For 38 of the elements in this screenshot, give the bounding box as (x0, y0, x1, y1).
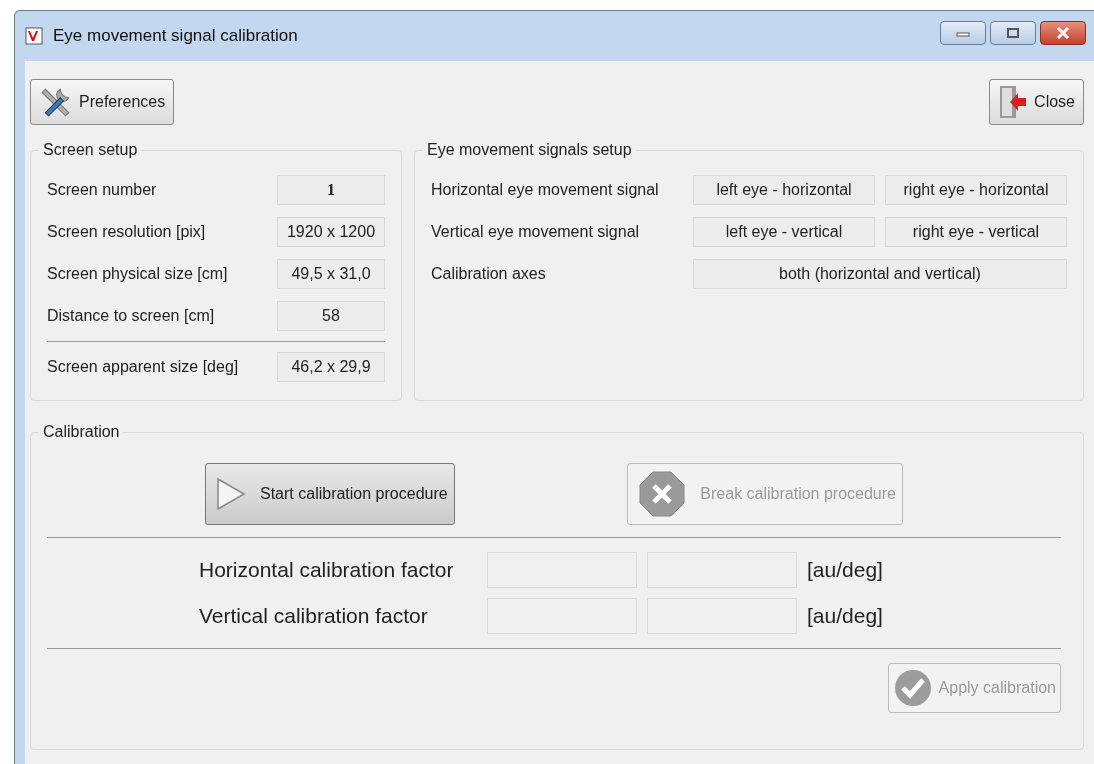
value-field: 58 (277, 301, 385, 331)
value-field: right eye - horizontal (885, 175, 1067, 205)
tools-icon (39, 85, 73, 119)
maximize-button[interactable] (990, 21, 1036, 45)
exit-door-icon (998, 85, 1029, 119)
app-icon (25, 27, 43, 45)
value-field: left eye - vertical (693, 217, 875, 247)
window-close-button[interactable] (1040, 21, 1086, 45)
play-icon (216, 477, 246, 511)
group-title: Screen setup (42, 141, 139, 159)
field-label: Distance to screen [cm] (47, 307, 215, 325)
value-field: 1 (277, 175, 385, 205)
value-field: left eye - horizontal (693, 175, 875, 205)
field-label: Screen resolution [pix] (47, 223, 206, 241)
start-button[interactable]: Start calibration procedure (205, 463, 455, 525)
field-label: Vertical eye movement signal (431, 223, 641, 241)
factor-label: Horizontal calibration factor (199, 558, 455, 582)
preferences-button[interactable]: Preferences (30, 79, 175, 125)
group-title: Calibration (42, 423, 121, 441)
field-label: Horizontal eye movement signal (431, 181, 660, 199)
value-field: both (horizontal and vertical) (693, 259, 1067, 289)
value-field: 49,5 x 31,0 (277, 259, 385, 289)
factor-label: Vertical calibration factor (199, 604, 429, 628)
value-field: right eye - vertical (885, 217, 1067, 247)
field-label: Screen number (47, 181, 157, 199)
unit-label: [au/deg] (807, 558, 883, 582)
field-label: Screen apparent size [deg] (47, 358, 239, 376)
value-field: 46,2 x 29,9 (277, 352, 385, 382)
window-title: Eye movement signal calibration (53, 26, 299, 46)
checkmark-icon (892, 668, 933, 708)
minimize-button[interactable] (940, 21, 986, 45)
field-label: Calibration axes (431, 265, 547, 283)
value-field: 1920 x 1200 (277, 217, 385, 247)
unit-label: [au/deg] (807, 604, 883, 628)
stop-icon (638, 470, 687, 518)
group-title: Eye movement signals setup (426, 141, 633, 159)
field-label: Screen physical size [cm] (47, 265, 228, 283)
close-button[interactable]: Close (989, 79, 1084, 125)
